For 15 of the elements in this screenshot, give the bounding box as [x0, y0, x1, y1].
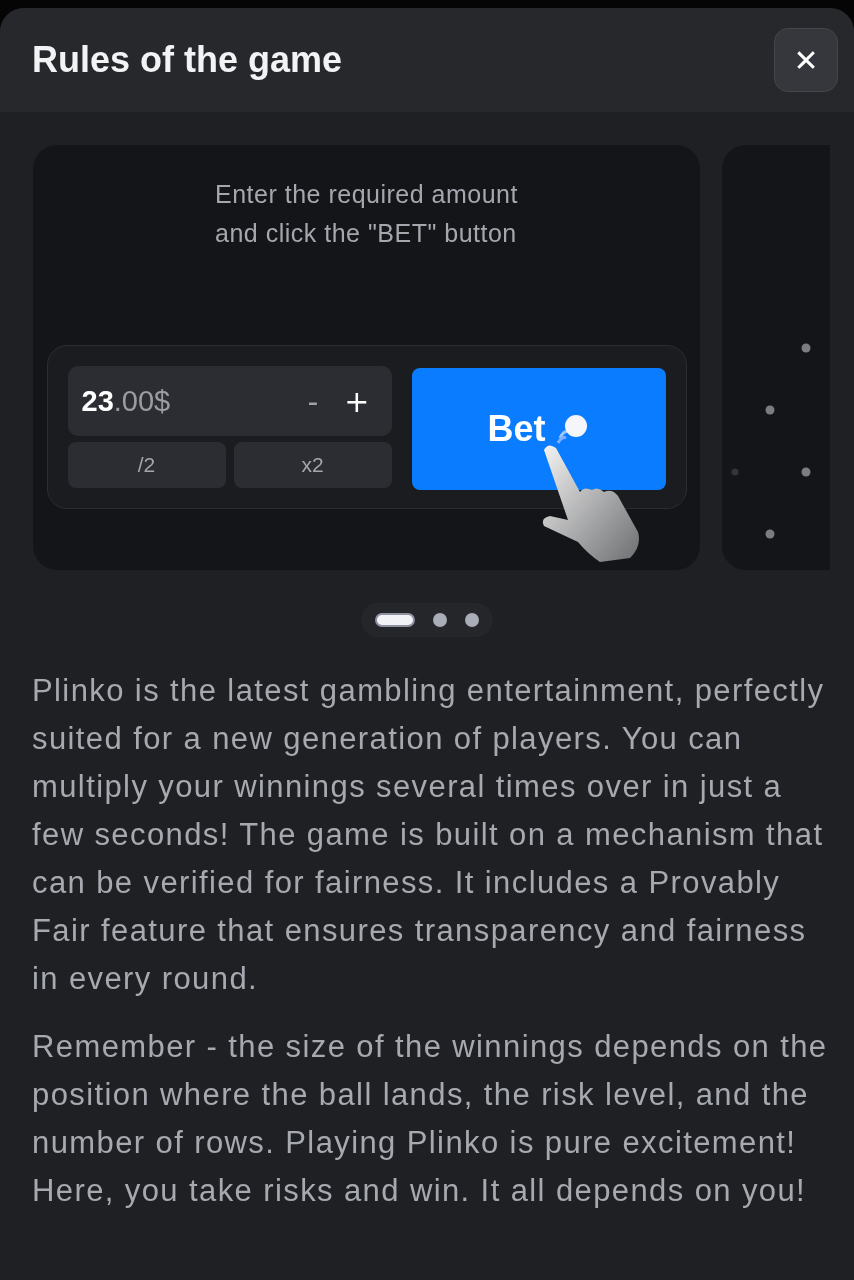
- ball-icon: [555, 412, 590, 446]
- plus-button[interactable]: +: [336, 383, 378, 419]
- minus-button[interactable]: -: [299, 383, 327, 419]
- rules-paragraph: Plinko is the latest gambling entertainment, perfectly suited for a new generation of players. You can multiply your winnings several times over in just a few seconds! The game is built on a mechanism that can be verified for fairness. It includes a Provably Fair feature that ensures transparency and fairness in every round.: [32, 672, 826, 998]
- amount-field[interactable]: 23.00$ - +: [67, 366, 392, 436]
- dialog-title: Rules of the game: [32, 39, 343, 81]
- amount-value: 23.00$: [81, 384, 172, 418]
- bet-button[interactable]: Bet: [411, 368, 666, 490]
- halve-button[interactable]: /2: [67, 442, 226, 488]
- double-button[interactable]: x2: [233, 442, 392, 488]
- page-dot[interactable]: [465, 613, 479, 627]
- page-dot[interactable]: [433, 613, 447, 627]
- slide-caption: Enter the required amount and click the "BET" button: [215, 179, 518, 249]
- close-button[interactable]: ✕: [774, 28, 838, 92]
- rules-paragraph: Remember - the size of the winnings depends on the position where the ball lands, the risk level, and the number of rows. Playing Plinko is pure excitement! Here, you take risks and win. It all depends on you!: [32, 1028, 829, 1210]
